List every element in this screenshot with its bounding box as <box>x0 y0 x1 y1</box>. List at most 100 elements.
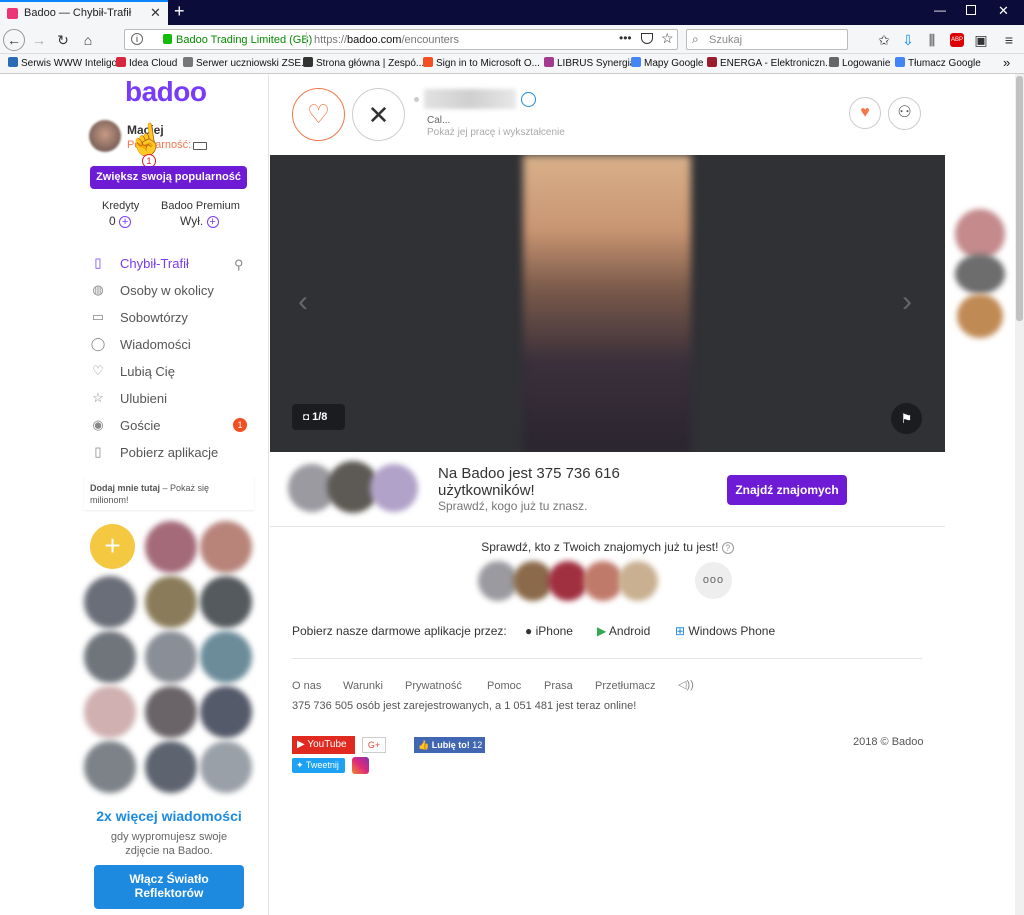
sidebar-nav-item[interactable]: ▯ Chybił-Trafił <box>90 252 188 274</box>
library-icon[interactable]: ⫼ <box>921 29 943 51</box>
pocket-icon[interactable] <box>641 33 653 44</box>
friend-avatar[interactable] <box>583 561 623 601</box>
credits-value[interactable]: 0 + <box>109 214 132 228</box>
bookmark-item[interactable]: ENERGA - Elektroniczn... <box>707 57 833 69</box>
windows-phone-link[interactable]: ⊞ Windows Phone <box>675 624 775 638</box>
maximize-icon[interactable] <box>966 5 976 15</box>
sidebar-nav-item[interactable]: ▯ Pobierz aplikacje <box>90 441 218 463</box>
queue-avatar[interactable] <box>955 209 1005 259</box>
menu-icon[interactable]: ≡ <box>998 29 1020 51</box>
bookmark-item[interactable]: Sign in to Microsoft O... <box>423 57 540 69</box>
prev-photo-icon[interactable]: ‹ <box>298 285 308 319</box>
premium-value[interactable]: Wył. + <box>180 214 219 228</box>
sidebar-nav-item[interactable]: ◉ Goście <box>90 414 160 436</box>
queue-avatar[interactable] <box>957 294 1003 338</box>
close-tab-icon[interactable]: ✕ <box>150 5 161 21</box>
spotlight-thumbnail[interactable] <box>200 631 252 683</box>
tweet-button[interactable]: ✦ Tweetnij <box>292 758 345 773</box>
close-window-icon[interactable]: ✕ <box>998 3 1009 19</box>
site-identity[interactable]: Badoo Trading Limited (GB) <box>176 34 312 46</box>
footer-link[interactable]: O nas <box>292 680 321 692</box>
spotlight-thumbnail[interactable] <box>145 631 197 683</box>
back-icon[interactable]: ← <box>3 29 25 51</box>
friend-avatar[interactable] <box>478 561 518 601</box>
profile-button[interactable]: ⚇ <box>888 97 921 130</box>
add-premium-icon[interactable]: + <box>206 216 219 228</box>
bookmarks-overflow-icon[interactable]: » <box>1003 55 1010 70</box>
bookmark-item[interactable]: Serwis WWW Inteligo <box>8 57 117 69</box>
info-icon[interactable]: i <box>131 33 143 45</box>
scrollbar-thumb[interactable] <box>1016 76 1023 321</box>
footer-link[interactable]: Prywatność <box>405 680 462 692</box>
sidebar-nav-item[interactable]: ◍ Osoby w okolicy <box>90 279 214 301</box>
gplus-button[interactable]: G+ <box>362 737 386 753</box>
footer-link[interactable]: Warunki <box>343 680 383 692</box>
fb-like-button[interactable]: 👍 Lubię to! 12 m <box>414 737 485 753</box>
add-photo-button[interactable]: + <box>90 524 135 569</box>
spotlight-thumbnail[interactable] <box>84 576 136 628</box>
report-flag-button[interactable]: ⚑ <box>891 403 922 434</box>
adblock-icon[interactable]: ABP <box>950 33 964 47</box>
sidebar-nav-item[interactable]: ☆ Ulubieni <box>90 387 167 409</box>
bookmark-star-icon[interactable]: ☆ <box>661 30 674 47</box>
speaker-icon[interactable]: ◁)) <box>678 678 694 691</box>
next-photo-icon[interactable]: › <box>902 285 912 319</box>
crush-button[interactable]: ♥ <box>849 97 881 129</box>
spotlight-thumbnail[interactable] <box>145 686 197 738</box>
sidebar-nav-item[interactable]: ♡ Lubią Cię <box>90 360 175 382</box>
spotlight-thumbnail[interactable] <box>84 631 136 683</box>
help-icon[interactable]: ? <box>721 542 734 554</box>
spotlight-thumbnail[interactable] <box>200 521 252 573</box>
sidebar-nav-item[interactable]: ◯ Wiadomości <box>90 333 191 355</box>
boost-popularity-button[interactable]: Zwiększ swoją popularność <box>90 166 247 189</box>
page-actions-icon[interactable]: ••• <box>619 31 632 45</box>
skip-button[interactable]: ✕ <box>352 88 405 141</box>
queue-avatar[interactable] <box>955 254 1005 294</box>
youtube-button[interactable]: ▶ YouTube <box>292 736 355 754</box>
search-field[interactable]: ⌕ Szukaj <box>686 29 848 50</box>
spotlight-thumbnail[interactable] <box>145 521 197 573</box>
spotlight-thumbnail[interactable] <box>200 576 252 628</box>
spotlight-button[interactable]: Włącz Światło Reflektorów <box>94 865 244 909</box>
sidebar-nav-item[interactable]: ▭ Sobowtórzy <box>90 306 188 328</box>
instagram-icon[interactable] <box>352 757 369 774</box>
find-friends-button[interactable]: Znajdź znajomych <box>727 475 847 505</box>
friend-avatar[interactable] <box>513 561 553 601</box>
reload-icon[interactable]: ↻ <box>52 29 74 51</box>
url-text[interactable]: https://badoo.com/encounters <box>314 34 459 46</box>
bookmark-item[interactable]: LIBRUS Synergia <box>544 57 635 69</box>
minimize-icon[interactable]: — <box>934 3 946 17</box>
spotlight-thumbnail[interactable] <box>200 686 252 738</box>
bookmark-item[interactable]: Tłumacz Google <box>895 57 981 69</box>
photo-viewer[interactable]: ‹ › ◘ 1/8 ⚑ <box>270 155 945 452</box>
iphone-link[interactable]: ● iPhone <box>525 624 573 638</box>
profile-subtitle[interactable]: Pokaż jej pracę i wykształcenie <box>427 127 565 138</box>
badoo-logo[interactable]: badoo <box>125 76 207 108</box>
more-friends-button[interactable]: ooo <box>695 562 732 599</box>
home-icon[interactable]: ⌂ <box>77 29 99 51</box>
new-tab-button[interactable]: + <box>174 1 185 22</box>
bookmark-item[interactable]: Logowanie <box>829 57 890 69</box>
add-me-card[interactable]: Dodaj mnie tutaj – Pokaż się milionom! <box>84 476 254 510</box>
url-bar[interactable]: i Badoo Trading Limited (GB) https://bad… <box>124 29 678 50</box>
footer-link[interactable]: Przetłumacz <box>595 680 656 692</box>
bookmarks-star-icon[interactable]: ✩ <box>873 29 895 51</box>
spotlight-thumbnail[interactable] <box>145 576 197 628</box>
bookmark-item[interactable]: Strona główna | Zespó... <box>303 57 424 69</box>
friend-avatar[interactable] <box>548 561 588 601</box>
browser-tab[interactable]: Badoo — Chybił-Trafił ✕ <box>0 0 168 25</box>
bookmark-item[interactable]: Idea Cloud <box>116 57 177 69</box>
footer-link[interactable]: Prasa <box>544 680 573 692</box>
downloads-icon[interactable]: ⇩ <box>897 29 919 51</box>
sidebar-toggle-icon[interactable]: ▣ <box>970 29 992 51</box>
spotlight-thumbnail[interactable] <box>200 741 252 793</box>
spotlight-thumbnail[interactable] <box>84 741 136 793</box>
android-link[interactable]: ▶ Android <box>597 624 650 638</box>
friend-avatar[interactable] <box>618 561 658 601</box>
spotlight-thumbnail[interactable] <box>84 686 136 738</box>
add-credits-icon[interactable]: + <box>119 216 132 228</box>
footer-link[interactable]: Pomoc <box>487 680 521 692</box>
avatar[interactable] <box>89 120 121 152</box>
like-button[interactable]: ♡ <box>292 88 345 141</box>
profile-photo[interactable] <box>523 155 691 452</box>
